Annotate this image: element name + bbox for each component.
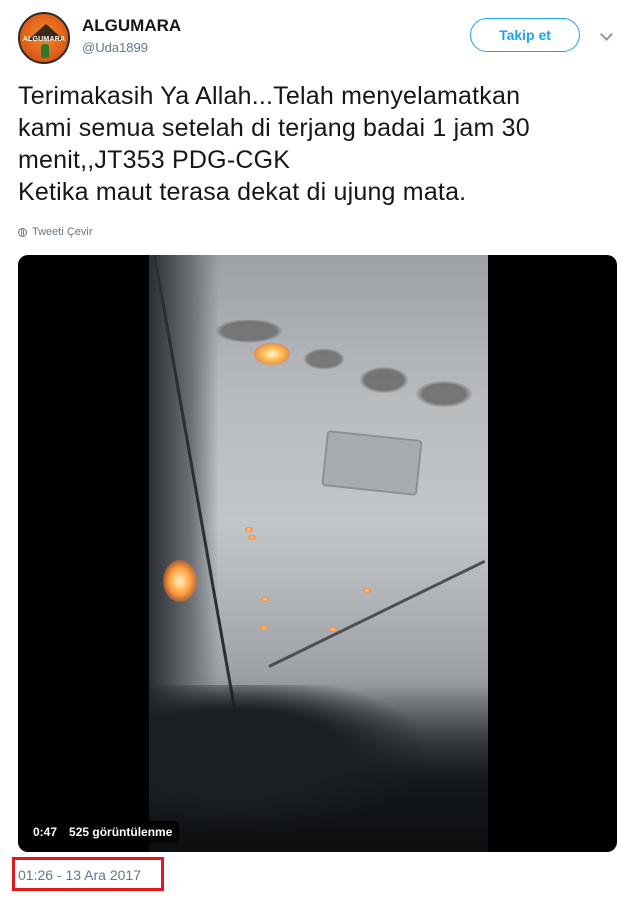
- follow-button[interactable]: Takip et: [470, 18, 580, 52]
- oxygen-masks: [189, 275, 488, 415]
- translate-label: Tweeti Çevir: [32, 226, 93, 238]
- tweet-text: Terimakasih Ya Allah...Telah menyelamatk…: [18, 80, 618, 208]
- ceiling-vent: [321, 430, 423, 496]
- tweet-text-line: Terimakasih Ya Allah...Telah menyelamatk…: [18, 82, 521, 110]
- video-duration: 0:47: [33, 825, 58, 839]
- video-frame: [149, 255, 488, 852]
- display-name[interactable]: ALGUMARA: [82, 16, 181, 36]
- tweet-text-line: menit,,JT353 PDG-CGK: [18, 146, 291, 174]
- tweet-text-line: Ketika maut terasa dekat di ujung mata.: [18, 178, 467, 206]
- cabin-panel-line: [268, 559, 486, 668]
- passenger-seats: [149, 685, 488, 852]
- avatar-logo-text: ALGUMARA: [22, 36, 66, 43]
- cabin-light: [245, 527, 253, 532]
- tweet-header: ALGUMARA ALGUMARA @Uda1899 Takip et: [18, 12, 618, 72]
- cabin-light: [248, 535, 256, 540]
- cabin-light: [261, 597, 269, 602]
- view-count: 525 görüntülenme: [69, 825, 173, 839]
- translate-tweet-link[interactable]: Tweeti Çevir: [18, 224, 93, 240]
- cabin-light: [329, 627, 337, 632]
- chevron-down-icon[interactable]: [600, 28, 613, 41]
- light-glare: [254, 343, 290, 365]
- video-info-badge: 0:47 525 görüntülenme: [26, 821, 180, 843]
- cabin-light: [260, 625, 268, 630]
- tweet-text-line: kami semua setelah di terjang badai 1 ja…: [18, 114, 530, 142]
- video-player[interactable]: 0:47 525 görüntülenme: [18, 255, 617, 852]
- globe-icon: [18, 227, 27, 237]
- avatar[interactable]: ALGUMARA: [18, 12, 70, 64]
- light-glare: [163, 560, 197, 602]
- cabin-light: [363, 588, 371, 593]
- user-handle[interactable]: @Uda1899: [82, 40, 148, 55]
- tweet-timestamp[interactable]: 01:26 - 13 Ara 2017: [18, 867, 141, 883]
- hiker-icon: [41, 44, 49, 58]
